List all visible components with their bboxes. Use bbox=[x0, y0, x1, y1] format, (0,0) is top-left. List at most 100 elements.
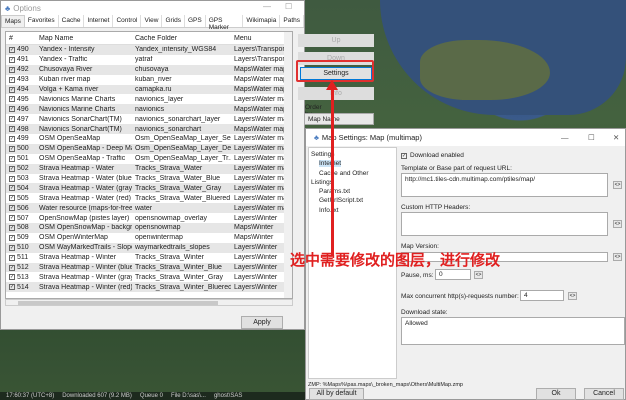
maximize-icon[interactable]: ☐ bbox=[285, 2, 292, 11]
url-reset-button[interactable]: <> bbox=[613, 181, 622, 189]
table-row[interactable]: ✓ 498 Navionics SonarChart(TM) navionics_so… bbox=[6, 124, 292, 135]
col-map-name[interactable]: Map Name bbox=[36, 35, 132, 42]
checkbox-icon[interactable]: ✓ bbox=[9, 244, 15, 251]
table-row[interactable]: ✓ 509 OSM OpenWinterMap openwintermap Maps\W… bbox=[6, 233, 292, 243]
all-by-default-button[interactable]: All by default bbox=[309, 388, 364, 400]
checkbox-icon[interactable]: ✓ bbox=[9, 56, 15, 63]
checkbox-icon[interactable]: ✓ bbox=[9, 215, 15, 222]
checkbox-icon[interactable]: ✓ bbox=[9, 274, 15, 281]
table-row[interactable]: ✓ 492 Chusovaya River chusovaya Maps\Water m… bbox=[6, 64, 292, 75]
apply-button[interactable]: Apply bbox=[241, 316, 283, 329]
checkbox-icon[interactable]: ✓ bbox=[9, 195, 15, 202]
table-row[interactable]: ✓ 499 OSM OpenSeaMap Osm_OpenSeaMap_Layer_S… bbox=[6, 134, 292, 144]
table-row[interactable]: ✓ 496 Navionics Marine Charts navionics Maps… bbox=[6, 104, 292, 115]
menu-path: Layers\Water maps bbox=[234, 135, 286, 143]
version-reset-button[interactable]: <> bbox=[613, 253, 622, 261]
checkbox-icon[interactable]: ✓ bbox=[9, 46, 15, 53]
tab-cache[interactable]: Cache bbox=[59, 15, 85, 27]
checkbox-icon[interactable]: ✓ bbox=[9, 234, 15, 241]
table-row[interactable]: ✓ 497 Navionics SonarChart(TM) navionics_so… bbox=[6, 114, 292, 124]
checkbox-icon[interactable]: ✓ bbox=[9, 66, 15, 73]
table-row[interactable]: ✓ 507 OpenSnowMap (pistes layer) opensnowma… bbox=[6, 213, 292, 223]
headers-field[interactable] bbox=[401, 212, 608, 236]
map-name: Strava Heatmap - Water (gray) bbox=[39, 184, 132, 192]
checkbox-icon[interactable]: ✓ bbox=[9, 254, 15, 261]
tab-maps[interactable]: Maps bbox=[1, 15, 25, 27]
close-icon[interactable]: ✕ bbox=[613, 133, 619, 142]
table-row[interactable]: ✓ 506 Water resource (maps-for-free) water L… bbox=[6, 203, 292, 214]
cancel-button[interactable]: Cancel bbox=[584, 388, 624, 400]
tab-gps-marker[interactable]: GPS Marker bbox=[206, 15, 244, 31]
table-row[interactable]: ✓ 503 Strava Heatmap - Water (blue) Tracks_… bbox=[6, 174, 292, 184]
checkbox-icon[interactable]: ✓ bbox=[9, 165, 15, 172]
checkbox-icon[interactable]: ✓ bbox=[9, 116, 15, 123]
tree-params[interactable]: Params.txt bbox=[311, 187, 394, 196]
tree-settings[interactable]: Settings bbox=[311, 150, 394, 159]
checkbox-icon[interactable]: ✓ bbox=[9, 185, 15, 192]
pause-reset-button[interactable]: <> bbox=[474, 271, 483, 279]
table-row[interactable]: ✓ 510 OSM WayMarkedTrails - Slopes waymarke… bbox=[6, 242, 292, 253]
checkbox-icon[interactable]: ✓ bbox=[9, 145, 15, 152]
checkbox-icon[interactable]: ✓ bbox=[9, 76, 15, 83]
table-row[interactable]: ✓ 514 Strava Heatmap - Winter (red) Tracks_… bbox=[6, 282, 292, 293]
url-field[interactable]: http://mc1.tiles-cdn.multimap.com/ptiles… bbox=[401, 173, 608, 197]
order-by-select[interactable]: Map Name bbox=[304, 113, 374, 125]
col-menu[interactable]: Menu bbox=[231, 35, 286, 42]
ok-button[interactable]: Ok bbox=[536, 388, 576, 400]
checkbox-icon[interactable]: ✓ bbox=[9, 205, 15, 212]
max-reset-button[interactable]: <> bbox=[568, 292, 577, 300]
table-row[interactable]: ✓ 493 Kuban river map kuban_river Maps\Water… bbox=[6, 75, 292, 85]
table-row[interactable]: ✓ 511 Strava Heatmap - Winter Tracks_Strava… bbox=[6, 253, 292, 263]
table-row[interactable]: ✓ 513 Strava Heatmap - Winter (gray) Tracks… bbox=[6, 272, 292, 282]
pause-spinner[interactable]: 0 bbox=[435, 269, 471, 280]
table-row[interactable]: ✓ 490 Yandex - Intensity Yandex_intensity_W… bbox=[6, 45, 292, 55]
checkbox-icon[interactable]: ✓ bbox=[9, 96, 15, 103]
tab-paths[interactable]: Paths bbox=[280, 15, 304, 27]
table-row[interactable]: ✓ 504 Strava Heatmap - Water (gray) Tracks_… bbox=[6, 183, 292, 194]
minimize-icon[interactable]: — bbox=[561, 133, 569, 142]
tab-control[interactable]: Control bbox=[113, 15, 142, 27]
tree-info[interactable]: Info.txt bbox=[311, 206, 394, 215]
table-row[interactable]: ✓ 502 Strava Heatmap - Water Tracks_Strava_… bbox=[6, 163, 292, 174]
tab-gps[interactable]: GPS bbox=[185, 15, 206, 27]
tab-internet[interactable]: Internet bbox=[84, 15, 114, 27]
checkbox-icon[interactable]: ✓ bbox=[9, 224, 15, 231]
menu-path: Layers\Water maps bbox=[234, 145, 286, 153]
horizontal-scrollbar[interactable] bbox=[5, 299, 293, 306]
table-row[interactable]: ✓ 494 Volga + Kama river camapka.ru Maps\Wat… bbox=[6, 84, 292, 95]
cache-folder: Yandex_intensity_WGS84 bbox=[135, 46, 217, 54]
headers-reset-button[interactable]: <> bbox=[613, 220, 622, 228]
checkbox-icon[interactable]: ✓ bbox=[9, 264, 15, 271]
download-enabled-checkbox[interactable]: ✓ Download enabled bbox=[401, 152, 464, 159]
tree-geturl[interactable]: GetUrlScript.txt bbox=[311, 196, 394, 205]
table-row[interactable]: ✓ 505 Strava Heatmap - Water (red) Tracks_S… bbox=[6, 193, 292, 203]
map-number: 509 bbox=[17, 234, 29, 242]
table-row[interactable]: ✓ 501 OSM OpenSeaMap - Traffic Osm_OpenSeaM… bbox=[6, 154, 292, 164]
col-number[interactable]: # bbox=[6, 35, 36, 42]
col-cache-folder[interactable]: Cache Folder bbox=[132, 35, 231, 42]
checkbox-icon[interactable]: ✓ bbox=[9, 155, 15, 162]
checkbox-icon[interactable]: ✓ bbox=[9, 106, 15, 113]
checkbox-icon[interactable]: ✓ bbox=[9, 175, 15, 182]
tab-grids[interactable]: Grids bbox=[162, 15, 185, 27]
tree-cache[interactable]: Cache and Other bbox=[311, 169, 394, 178]
table-row[interactable]: ✓ 491 Yandex - Traffic yatraf Layers\Transpo… bbox=[6, 55, 292, 65]
tree-listings[interactable]: Listings bbox=[311, 178, 394, 187]
checkbox-icon[interactable]: ✓ bbox=[9, 126, 15, 133]
table-row[interactable]: ✓ 508 OSM OpenSnowMap - backgr... opensnowm… bbox=[6, 223, 292, 233]
tab-wikimapia[interactable]: Wikimapia bbox=[243, 15, 281, 27]
minimize-icon[interactable]: — bbox=[263, 2, 271, 11]
checkbox-icon[interactable]: ✓ bbox=[9, 135, 15, 142]
download-state-field[interactable]: Allowed bbox=[401, 317, 625, 345]
table-row[interactable]: ✓ 512 Strava Heatmap - Winter (blue) Tracks… bbox=[6, 262, 292, 273]
max-requests-spinner[interactable]: 4 bbox=[520, 290, 564, 301]
up-button[interactable]: Up bbox=[298, 34, 374, 47]
table-row[interactable]: ✓ 495 Navionics Marine Charts navionics_lay… bbox=[6, 94, 292, 104]
tab-favorites[interactable]: Favorites bbox=[25, 15, 59, 27]
table-row[interactable]: ✓ 500 OSM OpenSeaMap - Deep Map Osm_OpenSea… bbox=[6, 143, 292, 154]
tab-view[interactable]: View bbox=[141, 15, 163, 27]
cache-folder: openwintermap bbox=[135, 234, 183, 242]
checkbox-icon[interactable]: ✓ bbox=[9, 284, 15, 291]
checkbox-icon[interactable]: ✓ bbox=[9, 86, 15, 93]
maximize-icon[interactable]: ☐ bbox=[588, 133, 595, 142]
